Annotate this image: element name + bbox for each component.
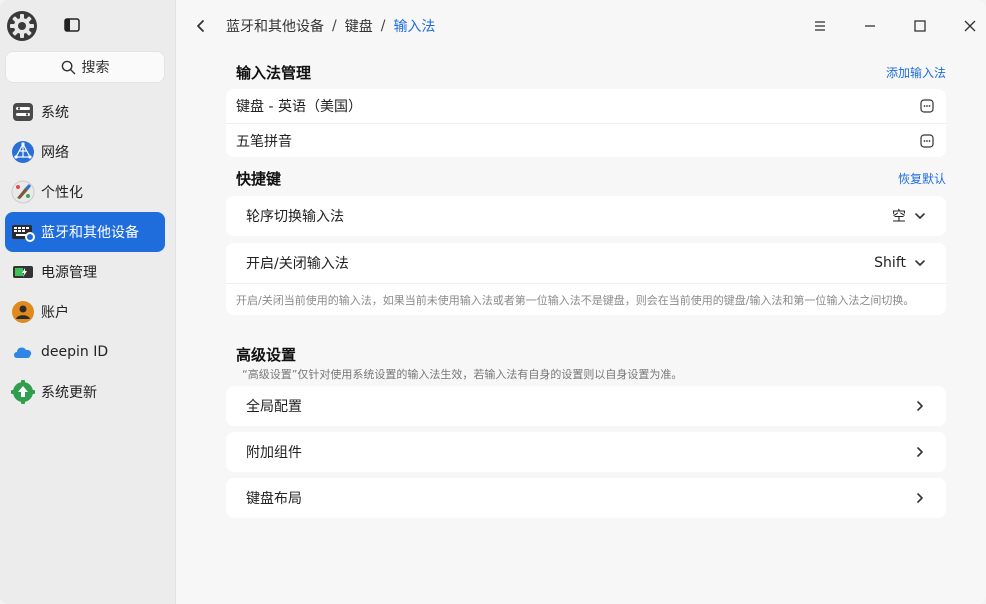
input-method-label: 五笔拼音 — [236, 133, 292, 150]
switch-shortcut-value: 空 — [892, 209, 906, 225]
search-input[interactable]: 搜索 — [5, 51, 165, 83]
sidebar-item-system[interactable]: 系统 — [5, 92, 165, 132]
sidebar-item-label: 个性化 — [41, 185, 83, 201]
account-icon — [11, 300, 35, 324]
toggle-shortcut-select[interactable]: Shift — [874, 255, 926, 271]
personalization-icon — [11, 180, 35, 204]
sidebar-item-deepin-id[interactable]: deepin ID — [5, 332, 165, 372]
breadcrumb: 蓝牙和其他设备 / 键盘 / 输入法 — [226, 16, 435, 36]
advanced-row[interactable]: 全局配置 — [226, 386, 946, 426]
chevron-down-icon — [915, 213, 925, 219]
chevron-left-icon — [197, 20, 204, 32]
toggle-shortcut-note: 开启/关闭当前使用的输入法，如果当前未使用输入法或者第一位输入法不是键盘，则会在… — [226, 283, 946, 315]
sidebar-nav: 系统 网络 个性化 蓝牙和其他设备 电源管理 账户 deepin ID 系统更新 — [5, 92, 165, 412]
toggle-shortcut-label: 开启/关闭输入法 — [246, 256, 349, 272]
sidebar-item-label: 系统 — [41, 105, 69, 121]
advanced-row[interactable]: 键盘布局 — [226, 478, 946, 518]
sidebar-item-network[interactable]: 网络 — [5, 132, 165, 172]
switch-shortcut-label: 轮序切换输入法 — [246, 209, 344, 225]
advanced-item-label: 键盘布局 — [246, 491, 302, 507]
close-button[interactable] — [960, 16, 980, 36]
breadcrumb-item-input-method: 输入法 — [393, 19, 436, 35]
title-bar: 蓝牙和其他设备 / 键盘 / 输入法 — [176, 0, 986, 52]
maximize-icon — [914, 20, 926, 32]
sidebar-item-account[interactable]: 账户 — [5, 292, 165, 332]
sidebar-item-update[interactable]: 系统更新 — [5, 372, 165, 412]
settings-gear-icon[interactable] — [6, 10, 38, 42]
chevron-right-icon — [917, 493, 923, 503]
advanced-item-addons[interactable]: 附加组件 — [226, 432, 946, 472]
close-icon — [964, 20, 976, 32]
sidebar-item-label: 电源管理 — [41, 265, 97, 281]
chevron-right-icon — [917, 401, 923, 411]
advanced-item-label: 全局配置 — [246, 399, 302, 415]
more-options-icon[interactable] — [920, 99, 934, 113]
main-panel: 蓝牙和其他设备 / 键盘 / 输入法 输入法管理 添加输入法 键盘 - 英语（美… — [176, 0, 986, 604]
sidebar-item-label: 系统更新 — [41, 385, 97, 401]
sidebar-item-bluetooth-devices[interactable]: 蓝牙和其他设备 — [5, 212, 165, 252]
breadcrumb-separator: / — [332, 18, 337, 34]
input-method-item[interactable]: 键盘 - 英语（美国） — [226, 89, 946, 123]
menu-icon — [815, 21, 825, 31]
input-method-item[interactable]: 五笔拼音 — [226, 123, 946, 157]
system-icon — [11, 100, 35, 124]
advanced-description: “高级设置”仅针对使用系统设置的输入法生效，若输入法有自身的设置则以自身设置为准… — [242, 368, 683, 381]
switch-shortcut-select[interactable]: 空 — [892, 206, 926, 226]
advanced-title: 高级设置 — [236, 345, 297, 364]
switch-shortcut-row[interactable]: 轮序切换输入法 空 — [226, 196, 946, 236]
restore-defaults-link[interactable]: 恢复默认 — [898, 170, 946, 187]
toggle-shortcut-card: 开启/关闭输入法 Shift 开启/关闭当前使用的输入法，如果当前未使用输入法或… — [226, 243, 946, 315]
input-method-title: 输入法管理 — [236, 63, 312, 82]
search-placeholder: 搜索 — [81, 60, 110, 76]
input-method-list: 键盘 - 英语（美国） 五笔拼音 — [226, 89, 946, 157]
advanced-header: 高级设置 — [236, 342, 946, 366]
menu-button[interactable] — [810, 16, 830, 36]
add-input-method-link[interactable]: 添加输入法 — [886, 64, 946, 81]
breadcrumb-item-bluetooth[interactable]: 蓝牙和其他设备 — [226, 16, 324, 36]
chevron-right-icon — [917, 447, 923, 457]
update-icon — [11, 380, 35, 404]
cloud-icon — [11, 340, 35, 364]
shortcuts-title: 快捷键 — [236, 169, 282, 188]
minimize-icon — [865, 25, 875, 27]
maximize-button[interactable] — [910, 16, 930, 36]
sidebar-item-personalization[interactable]: 个性化 — [5, 172, 165, 212]
sidebar-item-label: 账户 — [41, 305, 69, 321]
toggle-shortcut-value: Shift — [874, 255, 906, 271]
chevron-down-icon — [915, 260, 925, 266]
sidebar-item-power[interactable]: 电源管理 — [5, 252, 165, 292]
advanced-item-layout[interactable]: 键盘布局 — [226, 478, 946, 518]
sidebar-toggle-icon[interactable] — [64, 18, 80, 32]
shortcuts-header: 快捷键 恢复默认 — [236, 166, 946, 190]
advanced-item-global[interactable]: 全局配置 — [226, 386, 946, 426]
network-icon — [11, 140, 35, 164]
toggle-shortcut-row[interactable]: 开启/关闭输入法 Shift — [226, 243, 946, 283]
minimize-button[interactable] — [860, 16, 880, 36]
sidebar-item-label: 网络 — [41, 145, 69, 161]
breadcrumb-item-keyboard[interactable]: 键盘 — [345, 16, 373, 36]
breadcrumb-separator: / — [380, 18, 386, 34]
sidebar-item-label: 蓝牙和其他设备 — [41, 225, 139, 241]
advanced-item-label: 附加组件 — [246, 445, 302, 461]
settings-window: 搜索 系统 网络 个性化 蓝牙和其他设备 电源管理 账户 deepin ID 系… — [0, 0, 986, 604]
more-options-icon[interactable] — [920, 133, 934, 148]
sidebar-item-label: deepin ID — [41, 344, 109, 360]
sidebar: 搜索 系统 网络 个性化 蓝牙和其他设备 电源管理 账户 deepin ID 系… — [0, 0, 176, 604]
power-icon — [11, 260, 35, 284]
bluetooth-devices-icon — [11, 220, 35, 244]
input-method-header: 输入法管理 添加输入法 — [236, 60, 946, 84]
switch-shortcut-card: 轮序切换输入法 空 — [226, 196, 946, 236]
advanced-row[interactable]: 附加组件 — [226, 432, 946, 472]
input-method-label: 键盘 - 英语（美国） — [236, 99, 362, 115]
search-icon — [61, 60, 75, 74]
back-button[interactable] — [192, 16, 208, 36]
